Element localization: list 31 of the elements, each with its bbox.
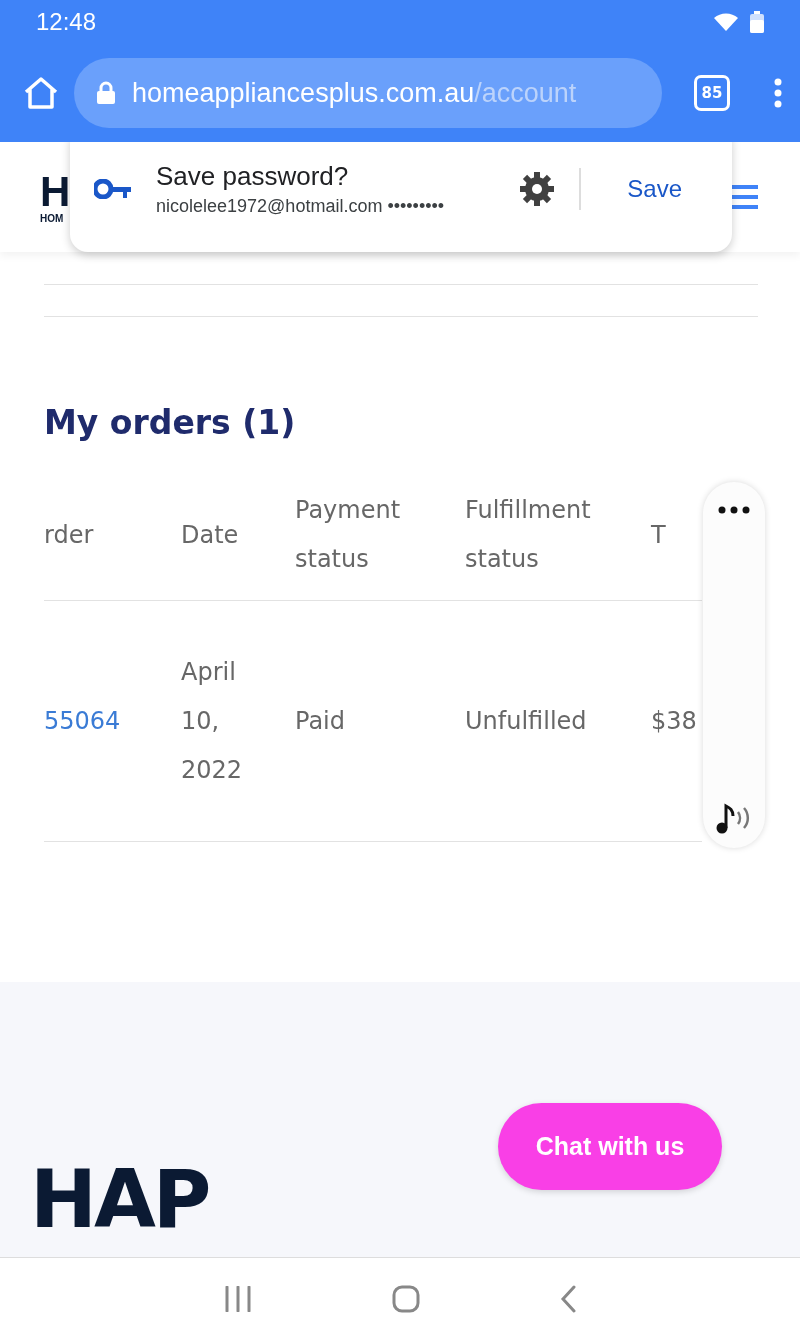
- wifi-icon: [712, 11, 740, 33]
- battery-icon: [750, 11, 764, 33]
- chat-button[interactable]: Chat with us: [498, 1103, 722, 1190]
- save-button[interactable]: Save: [601, 167, 708, 211]
- address-bar[interactable]: homeappliancesplus.com.au/account: [74, 58, 662, 128]
- dialog-title: Save password?: [156, 161, 350, 192]
- order-link[interactable]: 55064: [44, 696, 121, 746]
- menu-icon[interactable]: [730, 184, 760, 210]
- account-credentials: nicolelee1972@hotmail.com •••••••••: [156, 196, 446, 217]
- column-header: Payment status: [295, 495, 402, 575]
- tab-count-button[interactable]: 85: [694, 75, 730, 111]
- footer-logo[interactable]: HAP: [30, 1160, 209, 1240]
- column-header: Date: [181, 519, 239, 551]
- table-cell-text: $38: [651, 705, 697, 737]
- column-header: Fulfillment status: [465, 495, 592, 575]
- table-cell-text: April 10, 2022: [181, 656, 244, 786]
- key-icon: [94, 179, 132, 199]
- column-header: T: [651, 519, 666, 551]
- table-cell-text: Paid: [295, 705, 345, 737]
- table-cell-text: Unfulfilled: [465, 705, 587, 737]
- status-time: 12:48: [36, 8, 97, 36]
- column-header: rder: [44, 519, 94, 551]
- logo[interactable]: H: [40, 170, 71, 213]
- settings-icon[interactable]: [519, 171, 556, 207]
- back-icon[interactable]: [560, 1285, 576, 1313]
- recent-apps-icon[interactable]: [224, 1286, 252, 1312]
- logo-subtitle: HOM: [40, 212, 65, 224]
- home-icon[interactable]: [392, 1285, 420, 1313]
- section-title: My orders (1): [44, 403, 297, 442]
- more-icon[interactable]: [718, 506, 750, 514]
- home-icon[interactable]: [22, 76, 60, 110]
